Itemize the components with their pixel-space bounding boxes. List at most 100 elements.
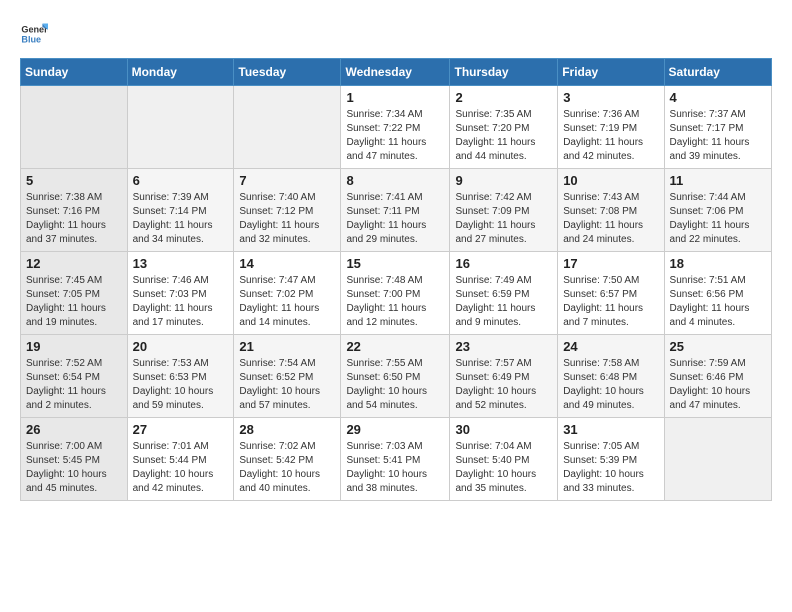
day-number: 6: [133, 173, 229, 188]
day-info: Sunrise: 7:45 AM Sunset: 7:05 PM Dayligh…: [26, 274, 122, 330]
day-info: Sunrise: 7:52 AM Sunset: 6:54 PM Dayligh…: [26, 357, 122, 413]
day-number: 5: [26, 173, 122, 188]
calendar-cell: 22Sunrise: 7:55 AM Sunset: 6:50 PM Dayli…: [341, 335, 450, 418]
day-info: Sunrise: 7:48 AM Sunset: 7:00 PM Dayligh…: [346, 274, 444, 330]
calendar-cell: 3Sunrise: 7:36 AM Sunset: 7:19 PM Daylig…: [558, 86, 664, 169]
calendar-cell: 29 Sunrise: 7:03 AM Sunset: 5:41 PM Dayli…: [341, 418, 450, 501]
day-number: 27: [133, 422, 229, 437]
calendar-cell: 14Sunrise: 7:47 AM Sunset: 7:02 PM Dayli…: [234, 252, 341, 335]
day-number: 9: [455, 173, 552, 188]
calendar-cell: 20 Sunrise: 7:53 AM Sunset: 6:53 PM Dayli…: [127, 335, 234, 418]
calendar-cell: 17Sunrise: 7:50 AM Sunset: 6:57 PM Dayli…: [558, 252, 664, 335]
day-info: Sunrise: 7:42 AM Sunset: 7:09 PM Dayligh…: [455, 191, 552, 247]
weekday-header-tuesday: Tuesday: [234, 59, 341, 86]
day-info: Sunrise: 7:02 AM Sunset: 5:42 PM Dayligh…: [239, 440, 335, 496]
day-number: 4: [670, 90, 766, 105]
day-info: Sunrise: 7:41 AM Sunset: 7:11 PM Dayligh…: [346, 191, 444, 247]
calendar-cell: 24 Sunrise: 7:58 AM Sunset: 6:48 PM Dayli…: [558, 335, 664, 418]
day-number: 11: [670, 173, 766, 188]
svg-text:Blue: Blue: [21, 34, 41, 44]
weekday-header-sunday: Sunday: [21, 59, 128, 86]
day-info: Sunrise: 7:54 AM Sunset: 6:52 PM Dayligh…: [239, 357, 335, 413]
calendar-cell: 7Sunrise: 7:40 AM Sunset: 7:12 PM Daylig…: [234, 169, 341, 252]
day-info: Sunrise: 7:00 AM Sunset: 5:45 PM Dayligh…: [26, 440, 122, 496]
day-number: 1: [346, 90, 444, 105]
logo-icon: General Blue: [20, 20, 48, 48]
day-info: Sunrise: 7:58 AM Sunset: 6:48 PM Dayligh…: [563, 357, 658, 413]
calendar-cell: 2 Sunrise: 7:35 AM Sunset: 7:20 PM Daylig…: [450, 86, 558, 169]
calendar-cell: 28Sunrise: 7:02 AM Sunset: 5:42 PM Dayli…: [234, 418, 341, 501]
weekday-header-wednesday: Wednesday: [341, 59, 450, 86]
calendar-cell: 9 Sunrise: 7:42 AM Sunset: 7:09 PM Daylig…: [450, 169, 558, 252]
day-info: Sunrise: 7:04 AM Sunset: 5:40 PM Dayligh…: [455, 440, 552, 496]
calendar-cell: 4 Sunrise: 7:37 AM Sunset: 7:17 PM Daylig…: [664, 86, 771, 169]
day-number: 14: [239, 256, 335, 271]
calendar-cell: 1 Sunrise: 7:34 AM Sunset: 7:22 PM Daylig…: [341, 86, 450, 169]
day-info: Sunrise: 7:03 AM Sunset: 5:41 PM Dayligh…: [346, 440, 444, 496]
day-number: 8: [346, 173, 444, 188]
calendar-table: SundayMondayTuesdayWednesdayThursdayFrid…: [20, 58, 772, 501]
calendar-cell: [234, 86, 341, 169]
day-number: 3: [563, 90, 658, 105]
calendar-cell: [127, 86, 234, 169]
day-info: Sunrise: 7:38 AM Sunset: 7:16 PM Dayligh…: [26, 191, 122, 247]
day-number: 17: [563, 256, 658, 271]
calendar-cell: 11 Sunrise: 7:44 AM Sunset: 7:06 PM Dayli…: [664, 169, 771, 252]
calendar-cell: 6 Sunrise: 7:39 AM Sunset: 7:14 PM Daylig…: [127, 169, 234, 252]
day-number: 31: [563, 422, 658, 437]
day-number: 12: [26, 256, 122, 271]
day-number: 24: [563, 339, 658, 354]
day-number: 16: [455, 256, 552, 271]
calendar-week-row: 12 Sunrise: 7:45 AM Sunset: 7:05 PM Dayli…: [21, 252, 772, 335]
day-number: 13: [133, 256, 229, 271]
day-number: 2: [455, 90, 552, 105]
weekday-header-saturday: Saturday: [664, 59, 771, 86]
page-header: General Blue: [20, 20, 772, 48]
day-number: 22: [346, 339, 444, 354]
day-info: Sunrise: 7:57 AM Sunset: 6:49 PM Dayligh…: [455, 357, 552, 413]
day-info: Sunrise: 7:39 AM Sunset: 7:14 PM Dayligh…: [133, 191, 229, 247]
day-number: 21: [239, 339, 335, 354]
calendar-week-row: 26Sunrise: 7:00 AM Sunset: 5:45 PM Dayli…: [21, 418, 772, 501]
day-info: Sunrise: 7:01 AM Sunset: 5:44 PM Dayligh…: [133, 440, 229, 496]
day-info: Sunrise: 7:43 AM Sunset: 7:08 PM Dayligh…: [563, 191, 658, 247]
day-number: 20: [133, 339, 229, 354]
calendar-cell: 21 Sunrise: 7:54 AM Sunset: 6:52 PM Dayli…: [234, 335, 341, 418]
day-info: Sunrise: 7:53 AM Sunset: 6:53 PM Dayligh…: [133, 357, 229, 413]
calendar-cell: 8 Sunrise: 7:41 AM Sunset: 7:11 PM Daylig…: [341, 169, 450, 252]
day-number: 18: [670, 256, 766, 271]
calendar-cell: 26Sunrise: 7:00 AM Sunset: 5:45 PM Dayli…: [21, 418, 128, 501]
day-info: Sunrise: 7:46 AM Sunset: 7:03 PM Dayligh…: [133, 274, 229, 330]
weekday-header-row: SundayMondayTuesdayWednesdayThursdayFrid…: [21, 59, 772, 86]
calendar-cell: 18Sunrise: 7:51 AM Sunset: 6:56 PM Dayli…: [664, 252, 771, 335]
calendar-cell: 5 Sunrise: 7:38 AM Sunset: 7:16 PM Daylig…: [21, 169, 128, 252]
day-number: 25: [670, 339, 766, 354]
day-info: Sunrise: 7:44 AM Sunset: 7:06 PM Dayligh…: [670, 191, 766, 247]
weekday-header-monday: Monday: [127, 59, 234, 86]
calendar-cell: 10 Sunrise: 7:43 AM Sunset: 7:08 PM Dayli…: [558, 169, 664, 252]
calendar-week-row: 19 Sunrise: 7:52 AM Sunset: 6:54 PM Dayli…: [21, 335, 772, 418]
calendar-cell: [21, 86, 128, 169]
day-info: Sunrise: 7:37 AM Sunset: 7:17 PM Dayligh…: [670, 108, 766, 164]
day-number: 15: [346, 256, 444, 271]
calendar-cell: 25 Sunrise: 7:59 AM Sunset: 6:46 PM Dayli…: [664, 335, 771, 418]
weekday-header-thursday: Thursday: [450, 59, 558, 86]
calendar-week-row: 5 Sunrise: 7:38 AM Sunset: 7:16 PM Daylig…: [21, 169, 772, 252]
calendar-cell: 15 Sunrise: 7:48 AM Sunset: 7:00 PM Dayli…: [341, 252, 450, 335]
calendar-cell: 27 Sunrise: 7:01 AM Sunset: 5:44 PM Dayli…: [127, 418, 234, 501]
logo: General Blue: [20, 20, 48, 48]
day-number: 10: [563, 173, 658, 188]
day-info: Sunrise: 7:35 AM Sunset: 7:20 PM Dayligh…: [455, 108, 552, 164]
calendar-cell: 13 Sunrise: 7:46 AM Sunset: 7:03 PM Dayli…: [127, 252, 234, 335]
calendar-cell: 19 Sunrise: 7:52 AM Sunset: 6:54 PM Dayli…: [21, 335, 128, 418]
day-info: Sunrise: 7:34 AM Sunset: 7:22 PM Dayligh…: [346, 108, 444, 164]
day-info: Sunrise: 7:40 AM Sunset: 7:12 PM Dayligh…: [239, 191, 335, 247]
day-number: 29: [346, 422, 444, 437]
day-number: 23: [455, 339, 552, 354]
weekday-header-friday: Friday: [558, 59, 664, 86]
day-info: Sunrise: 7:59 AM Sunset: 6:46 PM Dayligh…: [670, 357, 766, 413]
calendar-week-row: 1 Sunrise: 7:34 AM Sunset: 7:22 PM Daylig…: [21, 86, 772, 169]
day-number: 19: [26, 339, 122, 354]
calendar-cell: 12 Sunrise: 7:45 AM Sunset: 7:05 PM Dayli…: [21, 252, 128, 335]
calendar-cell: [664, 418, 771, 501]
